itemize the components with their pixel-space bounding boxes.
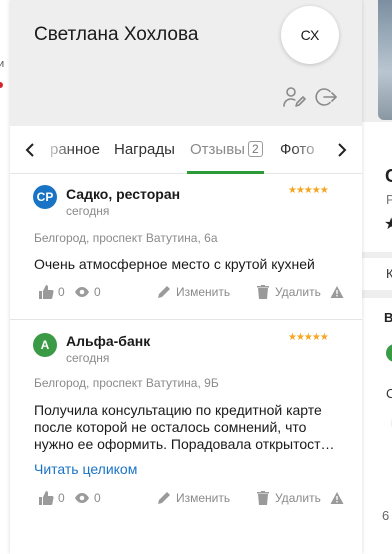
review-rating-stars: ★★★★★ (288, 332, 329, 343)
views-count: 0 (94, 285, 101, 299)
user-avatar[interactable]: СХ (281, 6, 339, 64)
report-button[interactable] (330, 285, 344, 299)
background-text-fragment: К (386, 266, 392, 281)
review-date: сегодня (66, 204, 110, 218)
edit-label: Изменить (176, 285, 231, 299)
edit-review-button[interactable]: Изменить (156, 490, 230, 506)
background-text-fragment: и (0, 58, 5, 70)
thumbs-up-icon (39, 285, 54, 299)
delete-review-button[interactable]: Удалить (255, 490, 321, 506)
background-star-icon: ★ (384, 216, 392, 233)
pencil-icon (158, 286, 170, 298)
tab-reviews-label: Отзывы (190, 141, 245, 158)
eye-icon (75, 493, 89, 503)
review-avatar: СР (33, 185, 57, 209)
like-button[interactable]: 0 (38, 284, 65, 300)
tabs-fade-left (38, 134, 74, 168)
review-text: Получила консультацию по кредитной карте… (34, 402, 335, 452)
tab-awards[interactable]: Награды (114, 141, 175, 158)
review-address: Белгород, проспект Ватутина, 6а (34, 231, 218, 245)
background-text-fragment: С (386, 386, 392, 401)
views-count: 0 (94, 491, 101, 505)
review-card: А Альфа-банк сегодня ★★★★★ Белгород, про… (10, 319, 362, 524)
read-more-link[interactable]: Читать целиком (34, 461, 137, 477)
like-count: 0 (58, 285, 65, 299)
background-title-fragment: С (385, 166, 392, 186)
eye-icon (75, 287, 89, 297)
delete-label: Удалить (275, 491, 321, 505)
thumbs-up-icon (39, 491, 54, 505)
logout-icon[interactable] (314, 85, 338, 109)
edit-label: Изменить (176, 491, 231, 505)
review-date: сегодня (66, 351, 110, 365)
profile-header: Светлана Хохлова СХ (10, 0, 362, 126)
profile-tabs: ранное Награды Отзывы2 Фото (10, 126, 362, 174)
like-count: 0 (58, 491, 65, 505)
views-counter: 0 (74, 284, 101, 300)
review-address: Белгород, проспект Ватутина, 9Б (34, 376, 219, 390)
tabs-fade-right (292, 134, 332, 168)
reviews-count-badge: 2 (247, 141, 263, 157)
user-name: Светлана Хохлова (34, 24, 199, 45)
background-text-fragment: 6 (382, 508, 390, 523)
review-card: СР Садко, ресторан сегодня ★★★★★ Белгоро… (10, 175, 362, 319)
pencil-icon (158, 492, 170, 504)
report-button[interactable] (330, 491, 344, 505)
review-place-name[interactable]: Альфа-банк (66, 333, 150, 349)
active-tab-indicator (187, 171, 264, 174)
map-pin-dot (0, 82, 3, 88)
chevron-left-icon[interactable] (20, 139, 40, 161)
edit-profile-icon[interactable] (282, 85, 306, 109)
warning-icon (330, 286, 344, 298)
trash-icon (257, 491, 269, 505)
background-text-fragment: В (384, 310, 392, 325)
review-place-name[interactable]: Садко, ресторан (66, 186, 180, 202)
review-rating-stars: ★★★★★ (288, 185, 329, 196)
edit-review-button[interactable]: Изменить (156, 284, 230, 300)
warning-icon (330, 492, 344, 504)
trash-icon (257, 285, 269, 299)
background-page-right: С Р ★ К В С Р 6 (362, 0, 392, 554)
views-counter: 0 (74, 490, 101, 506)
delete-review-button[interactable]: Удалить (255, 284, 321, 300)
background-subtitle-fragment: Р (386, 192, 392, 207)
tab-reviews[interactable]: Отзывы 2 (190, 141, 263, 158)
like-button[interactable]: 0 (38, 490, 65, 506)
delete-label: Удалить (275, 285, 321, 299)
background-page-left: и (0, 0, 10, 554)
background-photo (378, 0, 392, 120)
profile-panel: Светлана Хохлова СХ ранное Награды Отзыв… (10, 0, 362, 554)
review-text: Очень атмосферное место с крутой кухней (34, 256, 315, 272)
review-avatar: А (33, 333, 57, 357)
chevron-right-icon[interactable] (332, 139, 352, 161)
